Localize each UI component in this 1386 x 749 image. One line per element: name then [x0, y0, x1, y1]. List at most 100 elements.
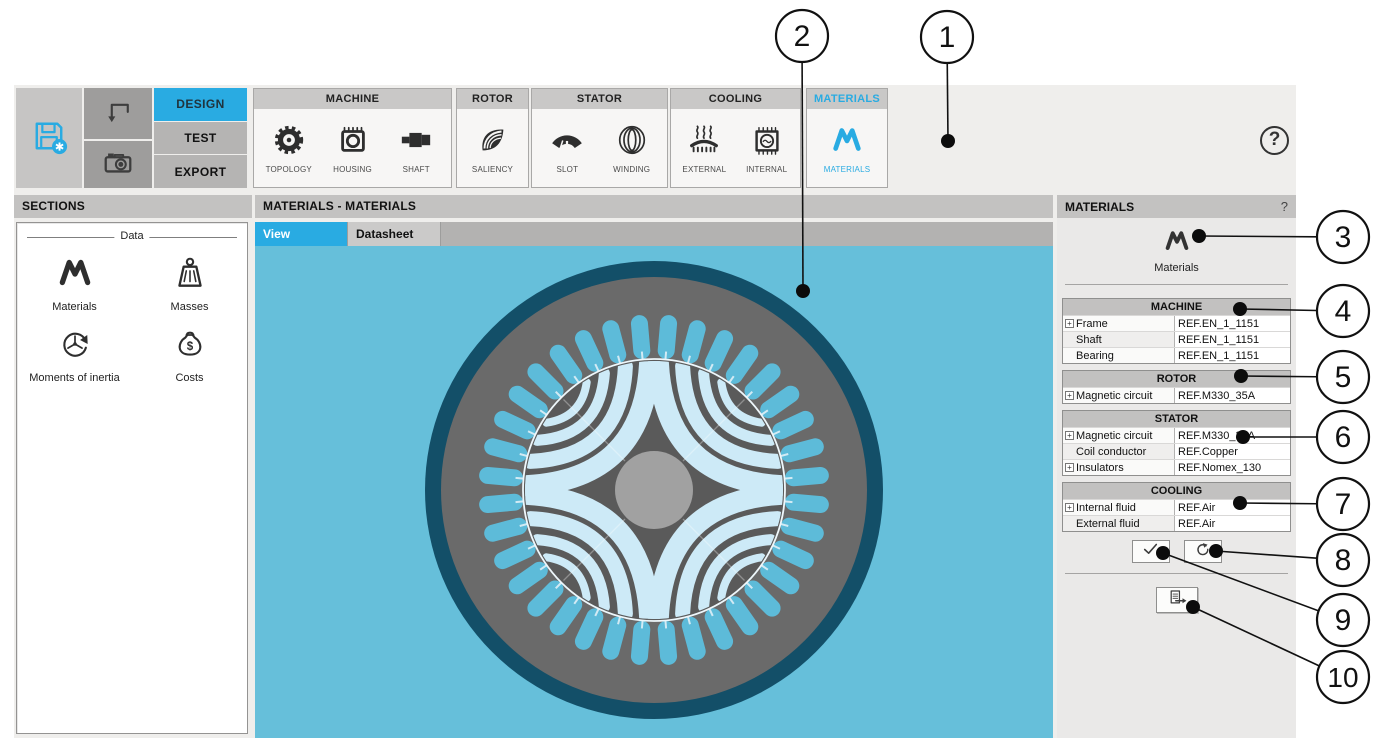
reset-button[interactable]: [1184, 540, 1222, 563]
apply-button[interactable]: [1132, 540, 1170, 563]
materials-section-label: Materials: [1057, 262, 1296, 274]
stator-slot: [690, 329, 697, 355]
tool-housing[interactable]: HOUSING: [324, 123, 382, 174]
callout-number: 7: [1335, 488, 1352, 521]
expand-icon[interactable]: +: [1065, 463, 1074, 472]
tool-label: WINDING: [603, 165, 661, 174]
screenshot-button[interactable]: [84, 141, 152, 188]
tool-internal[interactable]: INTERNAL: [738, 123, 796, 174]
panel-help-icon[interactable]: ?: [1281, 199, 1288, 214]
main-view-title: MATERIALS - MATERIALS: [255, 195, 1053, 218]
tool-winding[interactable]: WINDING: [603, 123, 661, 174]
section-item-label: Moments of inertia: [17, 372, 132, 384]
inertia-icon: [56, 350, 94, 367]
expand-icon[interactable]: +: [1065, 503, 1074, 512]
row-label: Magnetic circuit: [1076, 430, 1152, 442]
row-value[interactable]: REF.M330_35A: [1174, 428, 1289, 443]
callout-number: 2: [794, 20, 811, 53]
section-item-materials[interactable]: Materials: [17, 254, 132, 313]
sections-panel: SECTIONS Data Materials Masses Moments o…: [14, 195, 252, 738]
toolbar-group-stator: STATOR SLOT WINDING: [531, 88, 668, 188]
mode-tab-design[interactable]: DESIGN: [154, 88, 247, 121]
view-tabstrip: ViewDatasheet: [255, 222, 1053, 246]
table-row: External fluidREF.Air: [1063, 515, 1290, 531]
row-value[interactable]: REF.EN_1_1151: [1174, 348, 1289, 363]
table-row: +Internal fluidREF.Air: [1063, 499, 1290, 515]
group-title: ROTOR: [457, 89, 528, 109]
row-value[interactable]: REF.Copper: [1174, 444, 1289, 459]
materials-icon: [830, 144, 864, 161]
stator-slot: [781, 549, 805, 560]
view-tab-view[interactable]: View: [255, 222, 348, 246]
stator-slot: [666, 324, 668, 351]
view-tab-datasheet[interactable]: Datasheet: [348, 222, 441, 246]
housing-icon: [336, 144, 370, 161]
tool-label: TOPOLOGY: [260, 165, 318, 174]
group-title: MATERIALS: [807, 89, 887, 109]
tool-external[interactable]: EXTERNAL: [675, 123, 733, 174]
section-item-label: Materials: [17, 301, 132, 313]
row-label-cell: +Frame: [1063, 316, 1174, 331]
expand-icon[interactable]: +: [1065, 319, 1074, 328]
help-button[interactable]: ?: [1260, 126, 1289, 155]
callout-circle: [1317, 285, 1369, 337]
table-title: COOLING: [1063, 483, 1290, 499]
tool-shaft[interactable]: SHAFT: [387, 123, 445, 174]
section-item-costs[interactable]: $Costs: [132, 325, 247, 384]
save-button[interactable]: [16, 88, 82, 188]
table-row: Coil conductorREF.Copper: [1063, 443, 1290, 459]
expand-icon[interactable]: +: [1065, 431, 1074, 440]
export-icon: [1166, 587, 1188, 614]
row-label-cell: Shaft: [1063, 332, 1174, 347]
undo-button[interactable]: [84, 88, 152, 139]
save-icon: [29, 116, 69, 161]
sections-panel-title: SECTIONS: [14, 195, 252, 218]
section-item-moments-of-inertia[interactable]: Moments of inertia: [17, 325, 132, 384]
stator-slot: [488, 502, 515, 504]
mode-tab-export[interactable]: EXPORT: [154, 155, 247, 188]
mode-tabs: DESIGNTESTEXPORT: [154, 88, 247, 188]
tool-label: SALIENCY: [464, 165, 522, 174]
tool-label: INTERNAL: [738, 165, 796, 174]
callout-circle: [1317, 211, 1369, 263]
row-value[interactable]: REF.Air: [1174, 500, 1289, 515]
materials-tables: MACHINE+FrameREF.EN_1_1151ShaftREF.EN_1_…: [1062, 298, 1291, 532]
stator-slot: [793, 502, 820, 504]
motor-canvas[interactable]: [255, 246, 1053, 738]
row-label-cell: +Insulators: [1063, 460, 1174, 475]
mode-tab-test[interactable]: TEST: [154, 122, 247, 155]
expand-icon[interactable]: +: [1065, 391, 1074, 400]
toolbar-group-machine: MACHINE TOPOLOGY HOUSING SHAFT: [253, 88, 452, 188]
tool-topology[interactable]: TOPOLOGY: [260, 123, 318, 174]
callout-number: 9: [1335, 604, 1352, 637]
stator-slot: [488, 475, 515, 477]
winding-icon: [615, 144, 649, 161]
tool-saliency[interactable]: SALIENCY: [464, 123, 522, 174]
table-row: BearingREF.EN_1_1151: [1063, 347, 1290, 363]
group-title: STATOR: [532, 89, 667, 109]
callout-circle: [1317, 534, 1369, 586]
stator-slot: [639, 324, 641, 351]
row-label-cell: +Magnetic circuit: [1063, 428, 1174, 443]
stator-slot: [503, 549, 527, 560]
tool-materials[interactable]: MATERIALS: [818, 123, 876, 174]
tool-label: SHAFT: [387, 165, 445, 174]
row-value[interactable]: REF.Nomex_130: [1174, 460, 1289, 475]
table-title: MACHINE: [1063, 299, 1290, 315]
toolbar-group-cooling: COOLING EXTERNAL INTERNAL: [670, 88, 801, 188]
stator-slot: [789, 447, 815, 454]
tool-slot[interactable]: SLOT: [538, 123, 596, 174]
section-item-masses[interactable]: Masses: [132, 254, 247, 313]
materials-icon: [56, 279, 94, 296]
row-value[interactable]: REF.EN_1_1151: [1174, 316, 1289, 331]
row-value[interactable]: REF.EN_1_1151: [1174, 332, 1289, 347]
stator-slot: [583, 339, 594, 363]
row-value[interactable]: REF.Air: [1174, 516, 1289, 531]
stator-slot: [690, 625, 697, 651]
stator-slot: [493, 447, 519, 454]
row-label: Magnetic circuit: [1076, 390, 1152, 402]
masses-icon: [171, 279, 209, 296]
export-button[interactable]: [1156, 587, 1198, 613]
row-value[interactable]: REF.M330_35A: [1174, 388, 1289, 403]
stator-slot: [781, 419, 805, 430]
